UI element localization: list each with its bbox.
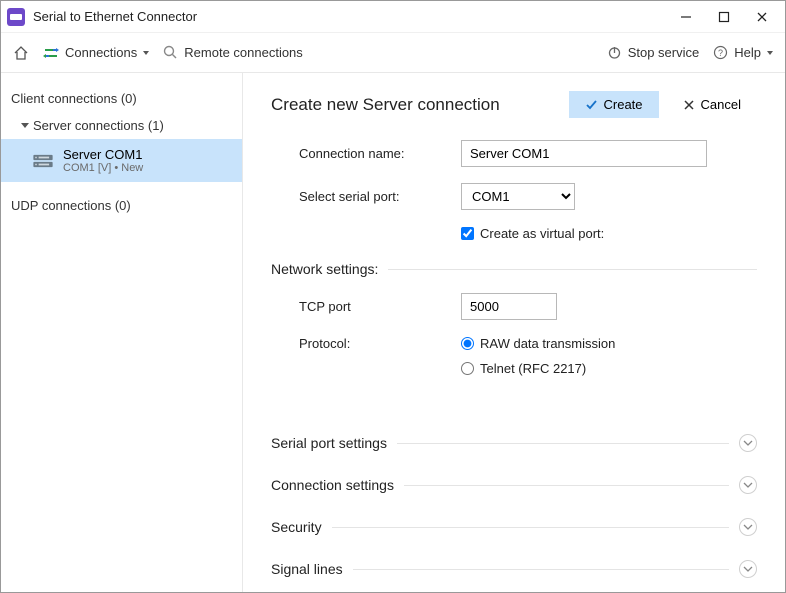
- dropdown-caret-icon: [143, 51, 149, 55]
- accordion-connection-settings[interactable]: Connection settings: [271, 464, 757, 506]
- protocol-label: Protocol:: [271, 336, 461, 351]
- accordion-security[interactable]: Security: [271, 506, 757, 548]
- create-virtual-label[interactable]: Create as virtual port:: [480, 226, 604, 241]
- accordion-title: Signal lines: [271, 561, 343, 577]
- connections-label: Connections: [65, 45, 137, 60]
- accordion-serial-port-settings[interactable]: Serial port settings: [271, 422, 757, 464]
- divider: [388, 269, 757, 270]
- select-port-label: Select serial port:: [271, 189, 461, 204]
- connection-name-input[interactable]: [461, 140, 707, 167]
- divider: [353, 569, 729, 570]
- chevron-down-icon: [21, 123, 29, 128]
- protocol-telnet-radio[interactable]: [461, 362, 474, 375]
- accordion-title: Serial port settings: [271, 435, 387, 451]
- accordion-title: Security: [271, 519, 322, 535]
- sidebar-item-name: Server COM1: [63, 147, 143, 162]
- serial-port-select[interactable]: COM1: [461, 183, 575, 210]
- sidebar: Client connections (0) Server connection…: [1, 73, 243, 592]
- close-button[interactable]: [755, 10, 769, 24]
- protocol-telnet-label[interactable]: Telnet (RFC 2217): [480, 361, 586, 376]
- cancel-button[interactable]: Cancel: [667, 91, 757, 118]
- chevron-down-icon: [739, 518, 757, 536]
- title-bar: Serial to Ethernet Connector: [1, 1, 785, 33]
- chevron-down-icon: [739, 560, 757, 578]
- accordion-signal-lines[interactable]: Signal lines: [271, 548, 757, 590]
- remote-connections-label: Remote connections: [184, 45, 303, 60]
- maximize-button[interactable]: [717, 10, 731, 24]
- home-button[interactable]: [13, 45, 29, 61]
- accordion-title: Connection settings: [271, 477, 394, 493]
- sidebar-group-client-label: Client connections (0): [11, 91, 137, 106]
- connections-menu[interactable]: Connections: [43, 45, 149, 60]
- sidebar-group-client[interactable]: Client connections (0): [1, 85, 242, 112]
- app-icon: [7, 8, 25, 26]
- divider: [404, 485, 729, 486]
- scrollbar[interactable]: [771, 73, 783, 592]
- serial-port-icon: [33, 154, 53, 168]
- chevron-down-icon: [739, 434, 757, 452]
- network-settings-heading: Network settings:: [271, 261, 378, 277]
- connections-icon: [43, 46, 59, 60]
- sidebar-group-server[interactable]: Server connections (1): [1, 112, 242, 139]
- minimize-button[interactable]: [679, 10, 693, 24]
- dropdown-caret-icon: [767, 51, 773, 55]
- create-button[interactable]: Create: [569, 91, 659, 118]
- create-virtual-checkbox[interactable]: [461, 227, 474, 240]
- home-icon: [13, 45, 29, 61]
- create-button-label: Create: [604, 97, 643, 112]
- window-title: Serial to Ethernet Connector: [33, 9, 197, 24]
- toolbar: Connections Remote connections Stop serv…: [1, 33, 785, 73]
- close-icon: [683, 99, 695, 111]
- cancel-button-label: Cancel: [701, 97, 741, 112]
- check-icon: [585, 98, 598, 111]
- main-panel: Create new Server connection Create Canc…: [243, 73, 785, 592]
- protocol-raw-label[interactable]: RAW data transmission: [480, 336, 615, 351]
- sidebar-item-sub: COM1 [V] • New: [63, 162, 143, 174]
- svg-text:?: ?: [718, 48, 723, 58]
- sidebar-group-udp-label: UDP connections (0): [11, 198, 131, 213]
- help-menu[interactable]: ? Help: [713, 45, 773, 60]
- search-icon: [163, 45, 178, 60]
- remote-connections-button[interactable]: Remote connections: [163, 45, 303, 60]
- protocol-raw-radio[interactable]: [461, 337, 474, 350]
- sidebar-group-udp[interactable]: UDP connections (0): [1, 192, 242, 219]
- tcp-port-label: TCP port: [271, 299, 461, 314]
- power-icon: [607, 45, 622, 60]
- sidebar-group-server-label: Server connections (1): [33, 118, 164, 133]
- stop-service-label: Stop service: [628, 45, 700, 60]
- tcp-port-input[interactable]: [461, 293, 557, 320]
- connection-name-label: Connection name:: [271, 146, 461, 161]
- chevron-down-icon: [739, 476, 757, 494]
- stop-service-button[interactable]: Stop service: [607, 45, 700, 60]
- sidebar-item-server-com1[interactable]: Server COM1 COM1 [V] • New: [1, 139, 242, 182]
- help-label: Help: [734, 45, 761, 60]
- divider: [397, 443, 729, 444]
- divider: [332, 527, 729, 528]
- help-icon: ?: [713, 45, 728, 60]
- page-title: Create new Server connection: [271, 95, 500, 115]
